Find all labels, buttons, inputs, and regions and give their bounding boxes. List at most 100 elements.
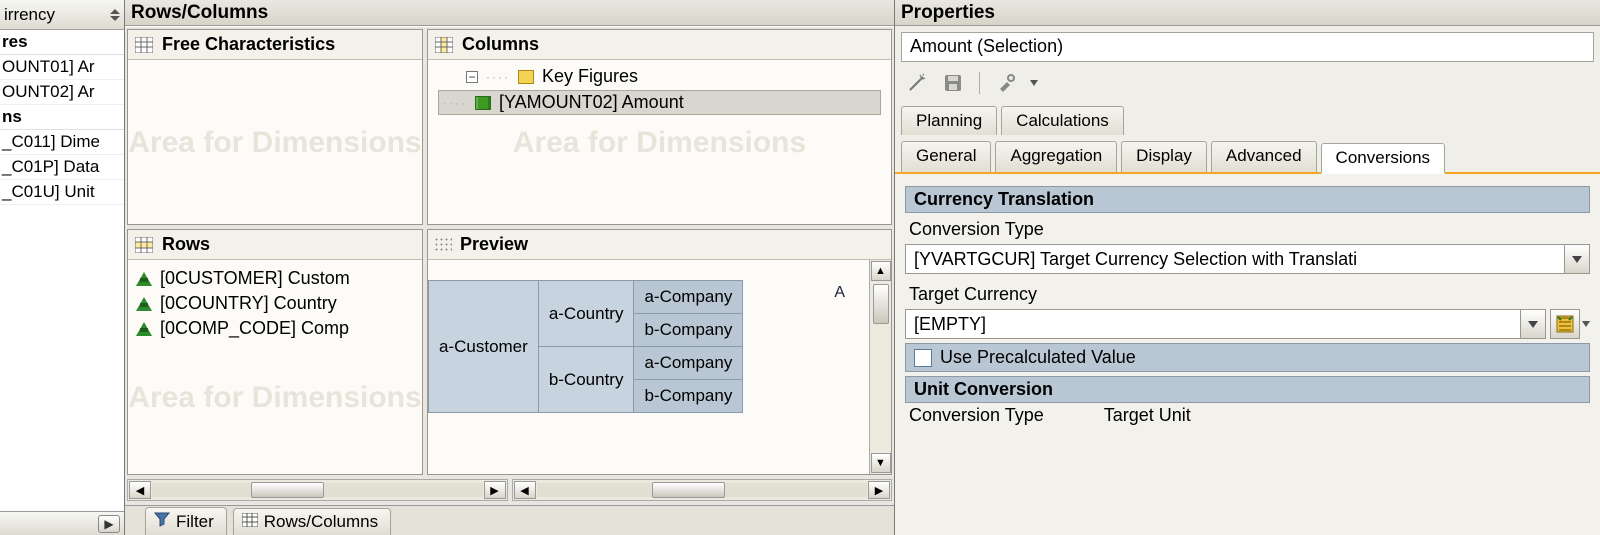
row-characteristic[interactable]: [0COMP_CODE] Comp [136,316,414,341]
scrollbar-thumb[interactable] [873,284,889,324]
row-characteristic[interactable]: [0CUSTOMER] Custom [136,266,414,291]
save-button[interactable] [939,70,967,96]
columns-tree: ···· Key Figures ···· [YAMOUNT02] Amount [428,60,891,120]
row-label: [0COMP_CODE] Comp [160,318,349,339]
conversion-type-input[interactable] [905,244,1564,274]
selection-name-field[interactable]: Amount (Selection) [901,32,1594,62]
settings-button[interactable] [992,70,1020,96]
tab-general[interactable]: General [901,141,991,172]
left-item[interactable]: _C011] Dime [0,130,124,155]
row-characteristic[interactable]: [0COUNTRY] Country [136,291,414,316]
tab-label: Display [1136,146,1192,165]
tab-label: Planning [916,111,982,130]
rows-horizontal-scrollbar[interactable]: ◀ ▶ [127,479,508,501]
tab-aggregation[interactable]: Aggregation [995,141,1117,172]
checkbox[interactable] [914,349,932,367]
left-item[interactable]: _C01P] Data [0,155,124,180]
magic-wand-button[interactable] [903,70,931,96]
conversion-type-combo[interactable] [905,244,1590,274]
tab-rows-columns[interactable]: Rows/Columns [233,508,391,535]
free-characteristics-pane[interactable]: Free Characteristics Area for Dimensions [127,29,423,225]
tab-planning[interactable]: Planning [901,106,997,135]
row-label: [0CUSTOMER] Custom [160,268,350,289]
dropdown-button[interactable] [1564,244,1590,274]
rows-columns-title: Rows/Columns [125,0,894,26]
designer-bottom-tabs: Filter Rows/Columns [125,505,894,535]
use-precalculated-row[interactable]: Use Precalculated Value [905,343,1590,372]
grid-icon [434,36,454,54]
properties-panel: Properties Amount (Selection) Planning C… [895,0,1600,535]
left-panel-body: res OUNT01] Ar OUNT02] Ar ns _C011] Dime… [0,30,124,511]
preview-cell: b-Company [634,314,743,347]
left-group: ns [0,105,124,130]
scroll-left-icon[interactable]: ◀ [514,481,536,499]
target-currency-combo[interactable] [905,309,1590,339]
key-figure-folder-icon [518,70,534,84]
scrollbar-thumb[interactable] [652,482,725,498]
funnel-icon [154,511,170,532]
tree-connector-icon: ···· [443,96,467,110]
properties-tabs: Planning Calculations General Aggregatio… [895,102,1600,174]
scroll-right-icon[interactable]: ▶ [98,515,120,533]
tab-advanced[interactable]: Advanced [1211,141,1317,172]
characteristic-icon [136,322,152,336]
key-figure-icon [475,96,491,110]
scroll-down-icon[interactable]: ▼ [871,453,891,473]
preview-cell: b-Company [634,380,743,413]
scroll-up-icon[interactable]: ▲ [871,261,891,281]
preview-horizontal-scrollbar[interactable]: ◀ ▶ [512,479,893,501]
tab-conversions[interactable]: Conversions [1321,143,1446,174]
sort-icon[interactable] [110,9,120,21]
checkbox-label: Use Precalculated Value [940,347,1136,368]
vertical-scrollbar[interactable]: ▲ ▼ [869,260,891,474]
left-scroll-bar[interactable]: ▶ [0,511,124,535]
scroll-left-icon[interactable]: ◀ [129,481,151,499]
preview-cell: a-Country [538,281,634,347]
tree-node-key-figures[interactable]: ···· Key Figures [438,64,881,89]
target-currency-label: Target Currency [905,278,1590,307]
scroll-right-icon[interactable]: ▶ [484,481,506,499]
preview-table: a-Customer a-Country a-Company b-Company… [428,280,743,413]
preview-header: Preview [428,230,891,260]
preview-pane: Preview A a-Customer a-Country a-Company… [427,229,892,475]
rows-header: Rows [128,230,422,260]
dropdown-button[interactable] [1520,309,1546,339]
left-panel-header: irrency [0,0,124,30]
dropdown-caret-icon[interactable] [1582,321,1590,327]
tab-label: Rows/Columns [264,512,378,532]
conversions-tab-body: Currency Translation Conversion Type Tar… [895,174,1600,535]
pane-title: Columns [462,34,539,55]
preview-cell: a-Customer [429,281,539,413]
characteristic-icon [136,272,152,286]
tab-filter[interactable]: Filter [145,507,227,535]
tab-calculations[interactable]: Calculations [1001,106,1124,135]
tab-label: Aggregation [1010,146,1102,165]
unit-target-label: Target Unit [1104,405,1191,426]
scroll-right-icon[interactable]: ▶ [868,481,890,499]
scrollbar-thumb[interactable] [251,482,324,498]
left-item[interactable]: OUNT01] Ar [0,55,124,80]
tab-label: General [916,146,976,165]
chevron-down-icon [1572,256,1582,263]
variable-picker-button[interactable] [1550,309,1580,339]
left-group: res [0,30,124,55]
left-item[interactable]: _C01U] Unit [0,180,124,205]
rows-columns-panel: Rows/Columns Free Characteristics Area f… [125,0,895,535]
rows-pane[interactable]: Rows Area for Dimensions [0CUSTOMER] Cus… [127,229,423,475]
tree-node-amount[interactable]: ···· [YAMOUNT02] Amount [438,90,881,115]
grid-icon [134,36,154,54]
preview-column-header: A [834,284,845,302]
left-panel: irrency res OUNT01] Ar OUNT02] Ar ns _C0… [0,0,125,535]
preview-icon [434,237,452,253]
conversion-type-label: Conversion Type [905,213,1590,242]
left-item[interactable]: OUNT02] Ar [0,80,124,105]
pane-title: Preview [460,234,528,255]
preview-cell: a-Company [634,281,743,314]
target-currency-input[interactable] [905,309,1520,339]
selection-name-text: Amount (Selection) [910,36,1063,56]
grid-icon [134,236,154,254]
collapse-icon[interactable] [466,71,478,83]
tab-display[interactable]: Display [1121,141,1207,172]
columns-pane[interactable]: Columns Area for Dimensions ···· Key Fig… [427,29,892,225]
dropdown-caret-icon[interactable] [1030,80,1038,86]
